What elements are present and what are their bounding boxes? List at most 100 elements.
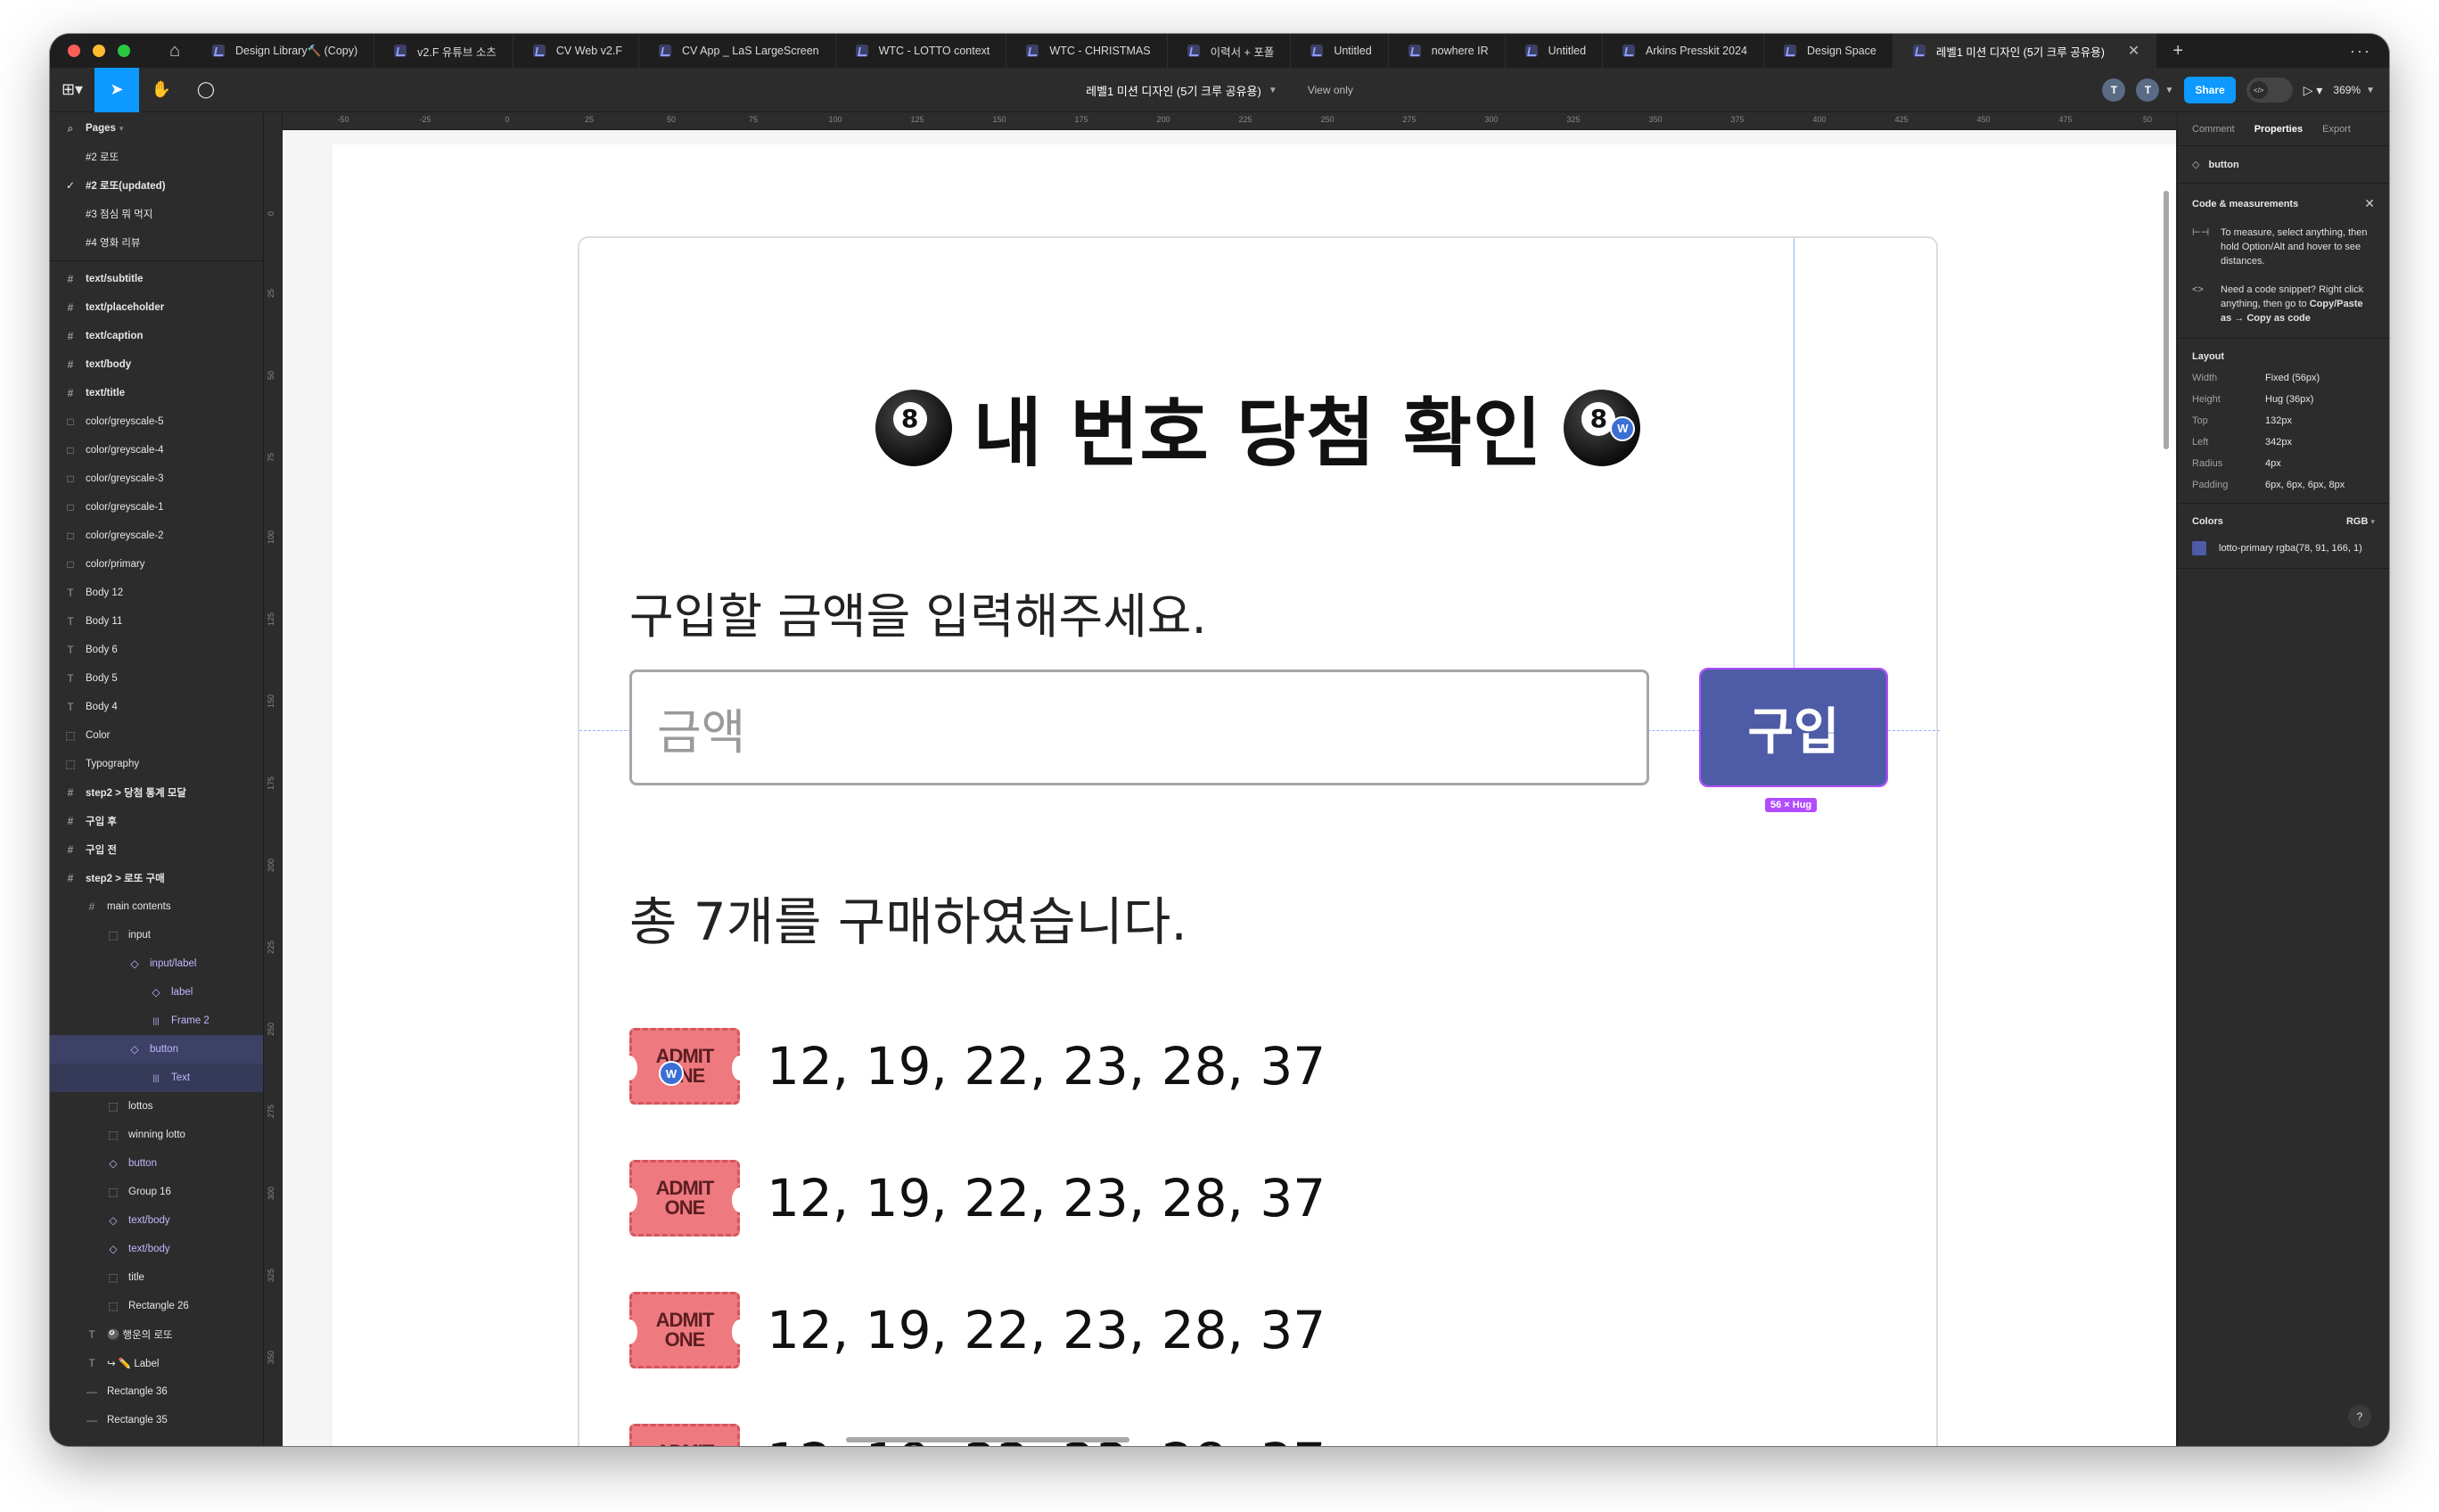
close-icon[interactable]: ✕ (2128, 42, 2139, 60)
tab-5[interactable]: WTC - CHRISTMAS (1006, 34, 1168, 68)
tab-4[interactable]: WTC - LOTTO context (836, 34, 1007, 68)
home-icon[interactable]: ⌂ (157, 41, 193, 62)
layer-type-icon: ||| (152, 1016, 160, 1025)
layer-item[interactable]: T Body 6 (50, 636, 263, 664)
layer-item[interactable]: ⬚ Typography (50, 750, 263, 778)
comment-tool-icon[interactable]: ◯ (184, 68, 228, 112)
layer-item[interactable]: # 구입 전 (50, 835, 263, 864)
tab-1[interactable]: v2.F 유튜브 소츠 (374, 34, 513, 68)
layer-item[interactable]: ◇ text/body (50, 1235, 263, 1263)
layer-item[interactable]: □ color/primary (50, 550, 263, 579)
horizontal-scrollbar[interactable] (846, 1437, 1129, 1442)
tab-11[interactable]: Design Space (1764, 34, 1893, 68)
layer-item[interactable]: T Body 11 (50, 607, 263, 636)
move-tool-icon[interactable]: ➤ (94, 67, 139, 112)
more-icon[interactable]: ··· (2350, 42, 2389, 61)
layer-item[interactable]: □ color/greyscale-1 (50, 493, 263, 522)
tab-8[interactable]: nowhere IR (1389, 34, 1506, 68)
tab-2[interactable]: CV Web v2.F (513, 34, 640, 68)
layer-item[interactable]: # text/placeholder (50, 293, 263, 322)
layer-item[interactable]: ◇ label (50, 978, 263, 1007)
layer-label: 🎱 행운의 로또 (107, 1330, 173, 1341)
present-icon[interactable]: ▷ ▾ (2304, 83, 2323, 98)
dev-mode-toggle[interactable] (2246, 78, 2293, 103)
layer-item[interactable]: ◇ text/body (50, 1206, 263, 1235)
layer-item[interactable]: # step2 > 당첨 통계 모달 (50, 778, 263, 807)
tab-properties[interactable]: Properties (2254, 124, 2303, 135)
page-item[interactable]: #4 영화 리뷰 (50, 228, 263, 257)
main-menu-icon[interactable]: ⊞▾ (50, 68, 94, 112)
layer-item[interactable]: ⬚ title (50, 1263, 263, 1292)
layer-item[interactable]: # text/caption (50, 322, 263, 350)
hand-tool-icon[interactable]: ✋ (139, 68, 184, 112)
layer-item[interactable]: ⬚ Color (50, 721, 263, 750)
help-button[interactable]: ? (2348, 1405, 2371, 1428)
chevron-down-icon: ▼ (1268, 85, 1277, 95)
layer-item[interactable]: T Body 12 (50, 579, 263, 607)
layer-item[interactable]: # main contents (50, 892, 263, 921)
layer-item[interactable]: ||| Frame 2 (50, 1007, 263, 1035)
tab-3[interactable]: CV App _ LaS LargeScreen (639, 34, 836, 68)
layer-label: Body 5 (86, 673, 118, 684)
layer-label: ↪ ✏️ Label (107, 1359, 160, 1369)
layer-item[interactable]: — Rectangle 36 (50, 1377, 263, 1406)
vertical-scrollbar[interactable] (2164, 191, 2169, 449)
avatar[interactable]: T (2102, 78, 2126, 102)
layer-item[interactable]: ||| Text (50, 1064, 263, 1092)
zoom-level[interactable]: 369% (2333, 84, 2361, 96)
layer-item[interactable]: — Rectangle 35 (50, 1406, 263, 1434)
layer-item[interactable]: # 구입 후 (50, 807, 263, 835)
layer-item[interactable]: ⬚ input (50, 921, 263, 949)
page-item[interactable]: #3 점심 뭐 먹지 (50, 200, 263, 228)
layer-type-icon: # (67, 301, 74, 314)
close-icon[interactable]: ✕ (2364, 196, 2375, 211)
layer-label: color/greyscale-3 (86, 473, 164, 484)
tab-comment[interactable]: Comment (2192, 124, 2235, 135)
page-item[interactable]: #2 로또 (50, 143, 263, 171)
color-row[interactable]: lotto-primary rgba(78, 91, 166, 1) (2192, 541, 2375, 555)
amount-input[interactable]: 금액 (629, 670, 1649, 785)
tab-7[interactable]: Untitled (1291, 34, 1389, 68)
layer-item[interactable]: ⬚ Group 16 (50, 1178, 263, 1206)
page-item[interactable]: ✓ #2 로또(updated) (50, 171, 263, 200)
tab-6[interactable]: 이력서 + 포폴 (1168, 34, 1292, 68)
new-tab-button[interactable]: + (2156, 41, 2199, 62)
canvas[interactable]: 8 내 번호 당첨 확인 8 W 구입할 금액을 입력해주세요. 금액 구입 5… (265, 112, 2176, 1446)
chevron-down-icon[interactable]: ▼ (2164, 86, 2173, 95)
layer-label: color/greyscale-1 (86, 502, 164, 513)
layer-label: lottos (128, 1101, 153, 1112)
buy-button[interactable]: 구입 (1699, 668, 1888, 787)
layer-item[interactable]: T 🎱 행운의 로또 (50, 1320, 263, 1349)
layer-item[interactable]: # text/subtitle (50, 265, 263, 293)
layer-item[interactable]: T Body 4 (50, 693, 263, 721)
tab-10[interactable]: Arkins Presskit 2024 (1603, 34, 1764, 68)
chevron-down-icon[interactable]: ▼ (2366, 86, 2375, 95)
close-window-button[interactable] (68, 45, 80, 57)
color-mode-select[interactable]: RGB ▾ (2346, 516, 2375, 527)
layer-item[interactable]: □ color/greyscale-3 (50, 464, 263, 493)
tab-export[interactable]: Export (2322, 124, 2351, 135)
layer-item[interactable]: ⬚ lottos (50, 1092, 263, 1121)
zoom-window-button[interactable] (118, 45, 130, 57)
layer-item[interactable]: ⬚ Rectangle 26 (50, 1292, 263, 1320)
document-title[interactable]: 레벨1 미션 디자인 (5기 크루 공유용) ▼ View only (1086, 68, 1353, 112)
layer-item[interactable]: ◇ button (50, 1149, 263, 1178)
layer-item[interactable]: T ↪ ✏️ Label (50, 1349, 263, 1377)
layer-item[interactable]: ⬚ winning lotto (50, 1121, 263, 1149)
layer-item[interactable]: □ color/greyscale-2 (50, 522, 263, 550)
tab-0[interactable]: Design Library🔨 (Copy) (193, 34, 375, 68)
layer-item[interactable]: ◇ input/label (50, 949, 263, 978)
layer-item[interactable]: # text/body (50, 350, 263, 379)
minimize-window-button[interactable] (93, 45, 105, 57)
layer-item[interactable]: # text/title (50, 379, 263, 407)
tab-9[interactable]: Untitled (1506, 34, 1604, 68)
layer-item[interactable]: □ color/greyscale-4 (50, 436, 263, 464)
avatar[interactable]: T (2136, 78, 2160, 102)
share-button[interactable]: Share (2184, 77, 2236, 103)
layer-item[interactable]: T Body 5 (50, 664, 263, 693)
layer-item[interactable]: ◇ button (50, 1035, 263, 1064)
tab-12[interactable]: 레벨1 미션 디자인 (5기 크루 공유용) ✕ (1893, 34, 2157, 68)
layer-item[interactable]: # step2 > 로또 구매 (50, 864, 263, 892)
pages-header[interactable]: ⌕ Pages ▾ (50, 114, 263, 143)
layer-item[interactable]: □ color/greyscale-5 (50, 407, 263, 436)
